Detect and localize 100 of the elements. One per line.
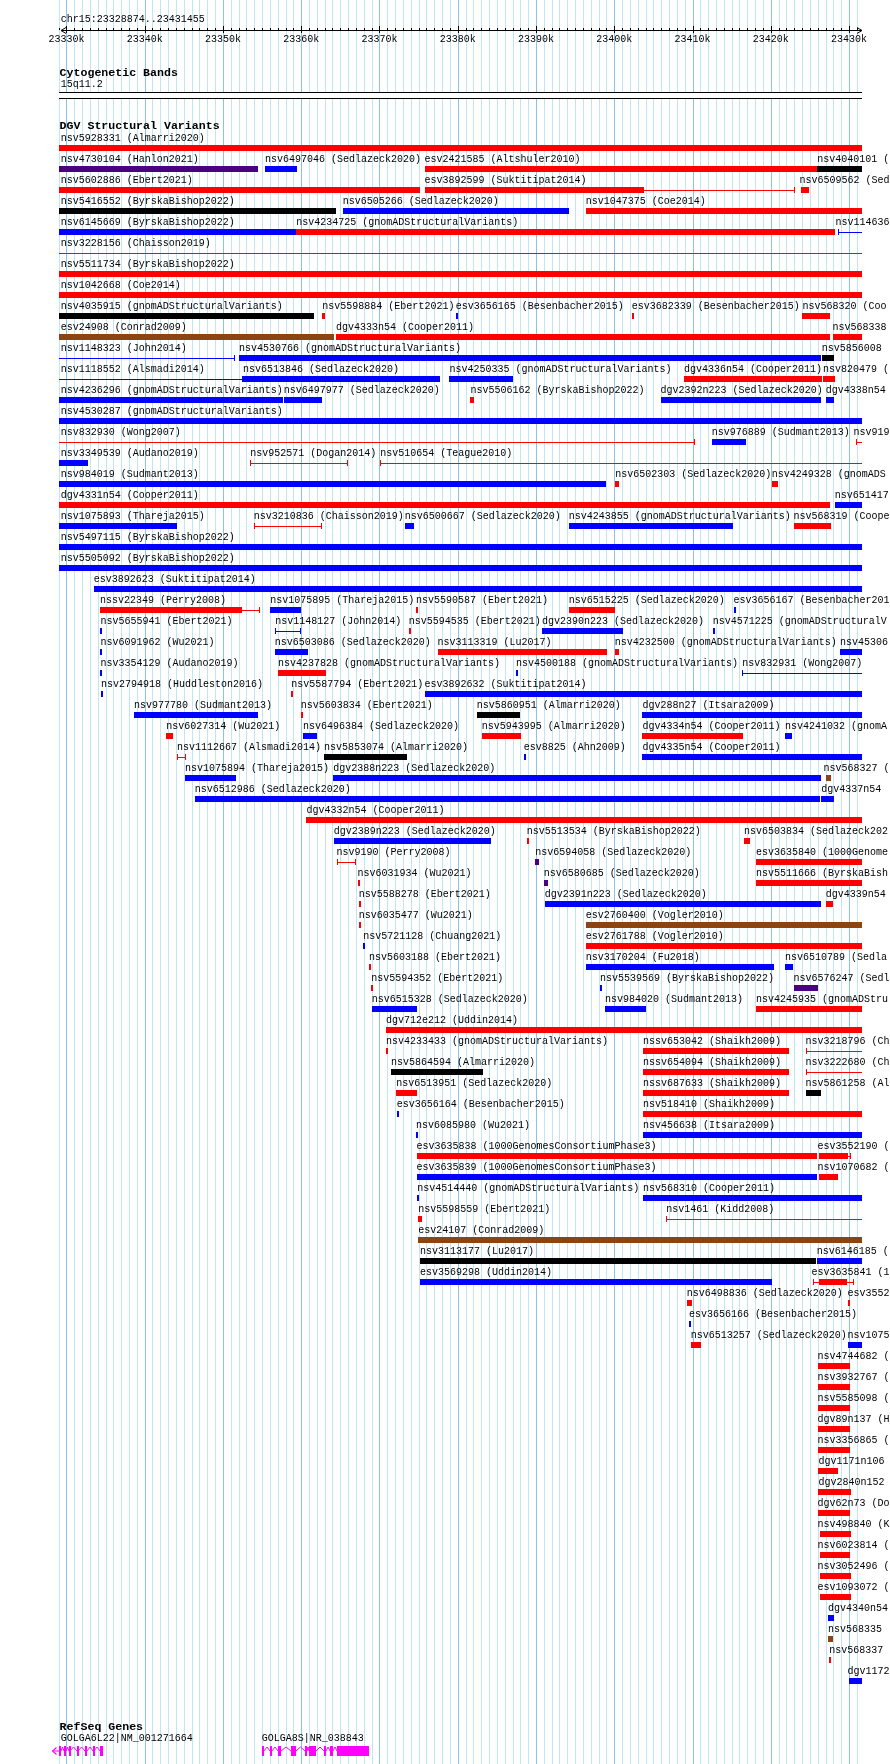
gene-model-drawing <box>52 1745 103 1756</box>
variant-label: nssv687633 (Shaikh2009) <box>643 1077 782 1089</box>
variant-label: nsv568310 (Cooper2011) <box>643 1182 776 1194</box>
variant-label: nsv5513534 (ByrskaBishop2022) <box>526 825 701 837</box>
variant-label: nsv9190 (Perry2008) <box>336 846 451 858</box>
variant-label: esv2761788 (Vogler2010) <box>585 930 724 942</box>
variant-label: nsv6594058 (Sedlazeck2020) <box>535 846 692 858</box>
variant-label: nsv832930 (Wong2007) <box>60 426 181 438</box>
variant-label: nsv3354129 (Audano2019) <box>100 657 239 669</box>
variant-label: nsv4233433 (gnomADStructuralVariants) <box>385 1035 608 1047</box>
variant-label: nsv5585098 ( <box>817 1392 890 1404</box>
variant-label: nsv4035915 (gnomADStructuralVariants) <box>60 300 283 312</box>
tick-label: 23430k <box>831 34 868 46</box>
tick-label: 23360k <box>283 34 320 46</box>
variant-label: nsv568320 (Coo <box>802 300 887 312</box>
variant-label: nsv3210836 (Chaisson2019) <box>253 510 404 522</box>
variant-label: nsv1075894 (Thareja2015) <box>185 762 330 774</box>
variant-label: nsv2794918 (Huddleston2016) <box>101 678 264 690</box>
variant-label: esv3635840 (1000Genome <box>755 846 888 858</box>
variant-label: nsv6505266 (Sedlazeck2020) <box>342 195 499 207</box>
variant-label: dgv1172 <box>847 1665 890 1677</box>
variant-label: nsv1075 <box>847 1329 890 1341</box>
variant-label: esv24908 (Conrad2009) <box>60 321 187 333</box>
variant-label: nsv6503086 (Sedlazeck2020) <box>274 636 431 648</box>
variant-label: nsv4514440 (gnomADStructuralVariants) <box>417 1182 640 1194</box>
variant-label: nsv4744682 ( <box>817 1350 890 1362</box>
variant-label: dgv2840n152 <box>818 1476 885 1488</box>
variant-label: nsv4500188 (gnomADStructuralVariants) <box>515 657 738 669</box>
variant-label: esv3552 <box>847 1287 890 1299</box>
tick-label: 23390k <box>517 34 554 46</box>
variant-label: esv1093072 ( <box>817 1581 890 1593</box>
variant-label: nsv5594535 (Ebert2021) <box>408 615 541 627</box>
variant-label: nsv5594352 (Ebert2021) <box>371 972 504 984</box>
variant-label: nsv3349539 (Audano2019) <box>60 447 199 459</box>
variant-label: nsv5416552 (ByrskaBishop2022) <box>60 195 235 207</box>
variant-label: nsv3113177 (Lu2017) <box>419 1245 534 1257</box>
variant-label: nsv5497115 (ByrskaBishop2022) <box>60 531 235 543</box>
variant-label: dgv4334n54 (Cooper2011) <box>642 720 781 732</box>
variant-label: dgv712e212 (Uddin2014) <box>385 1014 518 1026</box>
variant-label: nsv4237828 (gnomADStructuralVariants) <box>278 657 501 669</box>
variant-label: nsv568327 ( <box>823 762 890 774</box>
variant-label: dgv4340n54 <box>828 1602 889 1614</box>
variant-label: nsv5598884 (Ebert2021) <box>322 300 455 312</box>
gene-label: GOLGA6L22|NM_001271664 <box>60 1732 193 1745</box>
variant-label: dgv4337n54 <box>821 783 882 795</box>
variant-label: nsv6510789 (Sedla <box>784 951 887 963</box>
variant-label: nsv3222680 (Ch <box>805 1056 890 1068</box>
variant-label: nsv498840 (K <box>817 1518 890 1530</box>
variant-label: nsv456638 (Itsara2009) <box>643 1119 776 1131</box>
variant-label: nsv1112667 (Alsmadi2014) <box>177 741 322 753</box>
variant-label: nsv1047375 (Coe2014) <box>585 195 706 207</box>
variant-label: nsv5853074 (Almarri2020) <box>324 741 469 753</box>
variant-label: nsv4571225 (gnomADStructuralV <box>712 615 887 627</box>
variant-label: nsv4234725 (gnomADStructuralVariants) <box>296 216 519 228</box>
variant-label: nsv6498836 (Sedlazeck2020) <box>686 1287 843 1299</box>
tick-label: 23380k <box>439 34 476 46</box>
variant-label: nsv6497046 (Sedlazeck2020) <box>265 153 422 165</box>
variant-label: nsv568337 <box>829 1644 884 1656</box>
variant-label: nsv1075895 (Thareja2015) <box>270 594 415 606</box>
variant-label: dgv2392n223 (Sedlazeck2020) <box>660 384 823 396</box>
variant-label: nsv6085980 (Wu2021) <box>416 1119 531 1131</box>
variant-label: nsv6512986 (Sedlazeck2020) <box>194 783 351 795</box>
variant-label: nsv4530766 (gnomADStructuralVariants) <box>238 342 461 354</box>
variant-label: nsv1461 (Kidd2008) <box>666 1203 775 1215</box>
tick-label: 23400k <box>596 34 633 46</box>
variant-label: nsv6023814 ( <box>817 1539 890 1551</box>
variant-label: dgv4338n54 <box>825 384 886 396</box>
variant-label: nsv5588278 (Ebert2021) <box>358 888 491 900</box>
variant-label: dgv4339n54 <box>825 888 886 900</box>
variant-label: nsv4530287 (gnomADStructuralVariants) <box>60 405 283 417</box>
variant-label: nsv984020 (Sudmant2013) <box>605 993 743 1005</box>
tick-label: 23340k <box>126 34 163 46</box>
variant-label: nsv568319 (Coope <box>793 510 890 522</box>
variant-label: dgv4333n54 (Cooper2011) <box>335 321 474 333</box>
variant-label: nsv5602886 (Ebert2021) <box>60 174 193 186</box>
variant-label: nsv6503834 (Sedlazeck202 <box>744 825 889 837</box>
track-title: DGV Structural Variants <box>59 119 220 132</box>
variant-label: nsv510654 (Teague2010) <box>380 447 513 459</box>
track-title: RefSeq Genes <box>59 1720 144 1733</box>
variant-label: nsv6145669 (ByrskaBishop2022) <box>60 216 235 228</box>
variant-label: dgv1171n106 <box>818 1455 885 1467</box>
track-title: Cytogenetic Bands <box>59 66 178 79</box>
variant-label: esv8825 (Ahn2009) <box>523 741 626 753</box>
variant-label: nsv5587794 (Ebert2021) <box>291 678 424 690</box>
variant-label: esv24107 (Conrad2009) <box>418 1224 545 1236</box>
variant-label: nsv4241032 (gnomA <box>784 720 887 732</box>
variant-label: nsv5864594 (Almarri2020) <box>391 1056 536 1068</box>
gene-label: GOLGA8S|NR_038843 <box>261 1732 364 1745</box>
variant-label: nsv6497977 (Sedlazeck2020) <box>283 384 440 396</box>
variant-label: nsv6509562 (Sed <box>799 174 890 186</box>
variant-label: dgv2390n223 (Sedlazeck2020) <box>542 615 704 627</box>
variant-label: esv3656167 (Besenbacher201 <box>733 594 890 606</box>
variant-label: nsv3356865 ( <box>817 1434 890 1446</box>
location-label: chr15:23328874..23431455 <box>60 14 205 26</box>
variant-label: nsv6500667 (Sedlazeck2020) <box>404 510 561 522</box>
variant-label: nsv5506162 (ByrskaBishop2022) <box>470 384 645 396</box>
variant-label: dgv288n27 (Itsara2009) <box>642 699 775 711</box>
variant-label: nsv5505092 (ByrskaBishop2022) <box>60 552 235 564</box>
variant-label: nsv5860951 (Almarri2020) <box>476 699 621 711</box>
variant-label: nsv832931 (Wong2007) <box>742 657 863 669</box>
